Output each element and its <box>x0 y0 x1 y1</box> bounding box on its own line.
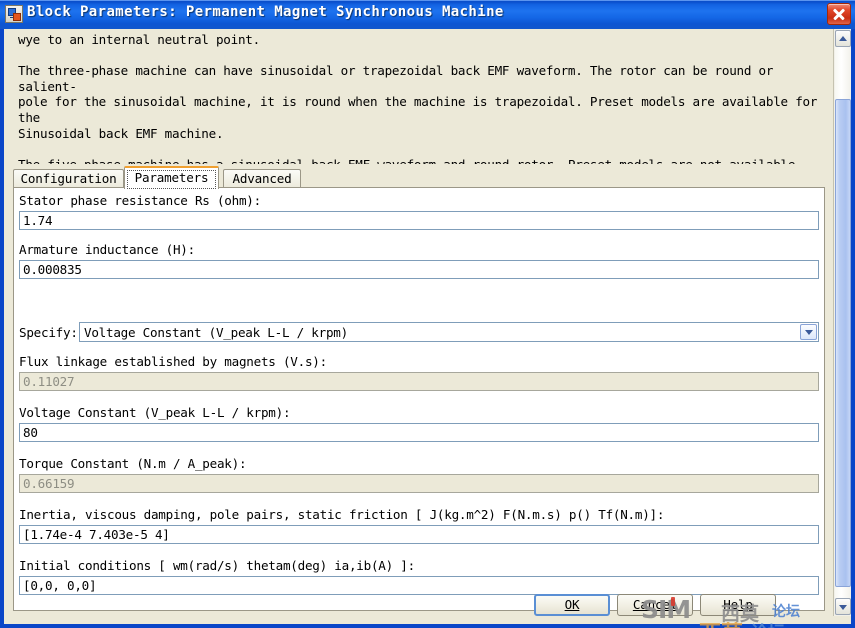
scroll-up-button[interactable] <box>835 30 851 47</box>
tab-parameters-label: Parameters <box>134 170 209 185</box>
armature-inductance-label: Armature inductance (H): <box>19 242 195 257</box>
description-text: wye to an internal neutral point. The th… <box>18 32 818 164</box>
voltage-constant-input[interactable]: 80 <box>19 423 819 442</box>
tab-configuration[interactable]: Configuration <box>13 169 124 188</box>
tab-parameters[interactable]: Parameters <box>124 166 219 189</box>
parameters-panel: Stator phase resistance Rs (ohm): 1.74 A… <box>13 187 825 611</box>
block-parameters-dialog: Block Parameters: Permanent Magnet Synch… <box>0 0 855 628</box>
chevron-down-icon[interactable] <box>800 324 817 340</box>
initial-conditions-label: Initial conditions [ wm(rad/s) thetam(de… <box>19 558 415 573</box>
torque-constant-label: Torque Constant (N.m / A_peak): <box>19 456 247 471</box>
close-icon[interactable] <box>827 3 851 25</box>
dialog-client-area: wye to an internal neutral point. The th… <box>4 29 851 624</box>
inertia-label: Inertia, viscous damping, pole pairs, st… <box>19 507 665 522</box>
simulink-block-icon <box>5 5 23 23</box>
stator-resistance-label: Stator phase resistance Rs (ohm): <box>19 193 261 208</box>
window-title: Block Parameters: Permanent Magnet Synch… <box>27 4 504 20</box>
cancel-button[interactable]: Cancel <box>617 594 693 616</box>
specify-dropdown[interactable]: Voltage Constant (V_peak L-L / krpm) <box>79 322 819 342</box>
armature-inductance-input[interactable]: 0.000835 <box>19 260 819 279</box>
chevron-up-icon <box>839 35 847 41</box>
block-icon-orange-square <box>13 13 21 21</box>
flux-linkage-input: 0.11027 <box>19 372 819 391</box>
scrollbar-thumb[interactable] <box>835 99 851 587</box>
title-bar: Block Parameters: Permanent Magnet Synch… <box>0 0 855 29</box>
specify-label: Specify: <box>19 325 78 340</box>
tab-strip: Configuration Parameters Advanced <box>13 166 825 189</box>
tab-advanced-label: Advanced <box>232 171 292 186</box>
tab-advanced[interactable]: Advanced <box>223 169 301 188</box>
help-button[interactable]: Help <box>700 594 776 616</box>
specify-dropdown-value: Voltage Constant (V_peak L-L / krpm) <box>84 325 348 340</box>
ok-button-label: OK <box>564 597 580 612</box>
flux-linkage-label: Flux linkage established by magnets (V.s… <box>19 354 327 369</box>
ok-button[interactable]: OK <box>534 594 610 616</box>
description-pane: wye to an internal neutral point. The th… <box>9 30 829 164</box>
inertia-input[interactable]: [1.74e-4 7.403e-5 4] <box>19 525 819 544</box>
torque-constant-input: 0.66159 <box>19 474 819 493</box>
help-button-label: Help <box>723 597 753 612</box>
voltage-constant-label: Voltage Constant (V_peak L-L / krpm): <box>19 405 291 420</box>
cancel-button-label: Cancel <box>632 597 678 612</box>
dialog-button-row: OK Cancel Help <box>4 592 851 620</box>
vertical-scrollbar[interactable] <box>833 29 851 616</box>
stator-resistance-input[interactable]: 1.74 <box>19 211 819 230</box>
tab-configuration-label: Configuration <box>20 171 117 186</box>
